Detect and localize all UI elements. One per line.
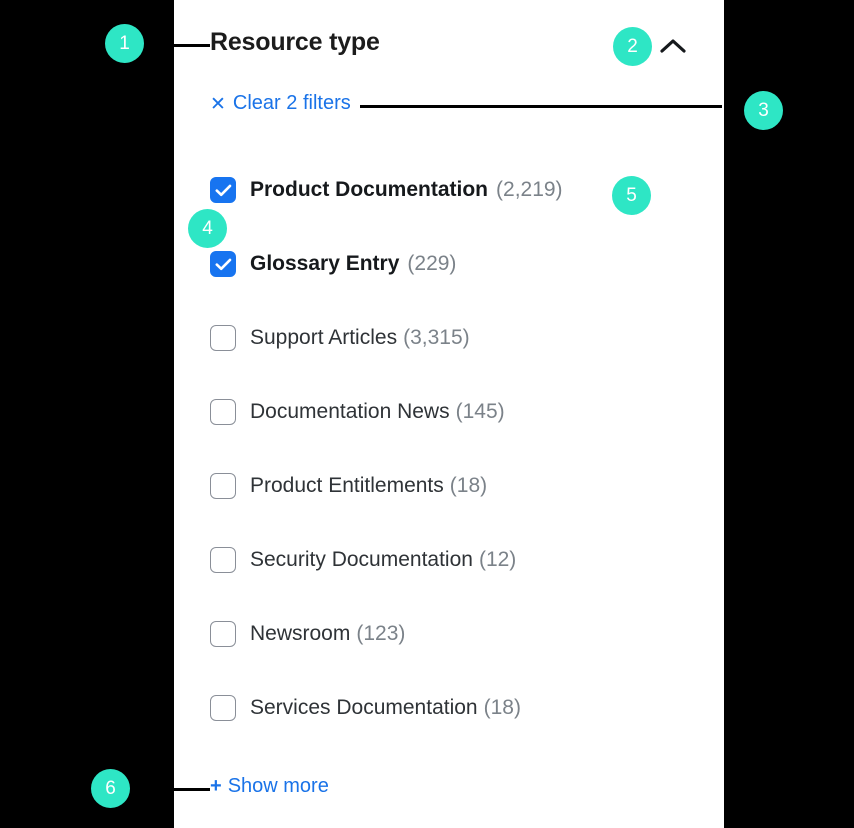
resource-type-option-list: Product Documentation (2,219) Glossary En… — [210, 176, 700, 768]
checkbox-support-articles[interactable] — [210, 325, 236, 351]
option-text: Security Documentation (12) — [250, 546, 516, 574]
leader-line-1 — [172, 44, 210, 47]
option-label: Security Documentation — [250, 548, 473, 571]
option-text: Product Documentation (2,219) — [250, 176, 563, 204]
option-label: Product Documentation — [250, 178, 489, 201]
close-x-icon: ✕ — [210, 94, 226, 115]
leader-line-6 — [174, 788, 210, 791]
annotation-badge-number: 6 — [105, 777, 116, 799]
option-text: Newsroom (123) — [250, 620, 405, 648]
option-row-glossary-entry[interactable]: Glossary Entry (229) — [210, 250, 700, 324]
annotation-badge-4: 4 — [188, 209, 227, 248]
option-text: Services Documentation (18) — [250, 694, 521, 722]
clear-filters-link[interactable]: ✕ Clear 2 filters — [210, 92, 351, 115]
option-count: (18) — [483, 696, 521, 719]
plus-icon: + — [210, 775, 222, 797]
checkbox-newsroom[interactable] — [210, 621, 236, 647]
annotation-badge-number: 3 — [758, 99, 769, 121]
option-label: Product Entitlements — [250, 474, 444, 497]
annotation-badge-number: 4 — [202, 217, 213, 239]
annotation-badge-5: 5 — [612, 176, 651, 215]
option-label: Newsroom — [250, 622, 351, 645]
annotation-badge-2: 2 — [613, 27, 652, 66]
option-label: Glossary Entry — [250, 252, 400, 275]
option-text: Product Entitlements (18) — [250, 472, 487, 500]
option-count: (2,219) — [496, 178, 563, 201]
option-row-services-documentation[interactable]: Services Documentation (18) — [210, 694, 700, 768]
show-more-label: Show more — [227, 775, 329, 797]
option-row-newsroom[interactable]: Newsroom (123) — [210, 620, 700, 694]
checkbox-documentation-news[interactable] — [210, 399, 236, 425]
collapse-toggle-button[interactable] — [658, 31, 688, 61]
option-label: Documentation News — [250, 400, 450, 423]
leader-line-3 — [360, 105, 722, 108]
screenshot-root: Resource type ✕ Clear 2 filters Product … — [0, 0, 854, 828]
option-text: Support Articles (3,315) — [250, 324, 470, 352]
option-row-product-entitlements[interactable]: Product Entitlements (18) — [210, 472, 700, 546]
page-title: Resource type — [210, 28, 380, 56]
option-count: (18) — [449, 474, 488, 497]
checkbox-services-documentation[interactable] — [210, 695, 236, 721]
option-text: Documentation News (145) — [250, 398, 505, 426]
chevron-up-icon — [660, 38, 686, 54]
checkbox-glossary-entry[interactable] — [210, 251, 236, 277]
option-count: (123) — [356, 622, 406, 645]
resource-type-filter-panel: Resource type ✕ Clear 2 filters Product … — [174, 0, 724, 828]
option-text: Glossary Entry (229) — [250, 250, 456, 278]
annotation-badge-number: 2 — [627, 35, 638, 57]
option-count: (145) — [455, 400, 505, 423]
option-label: Support Articles — [250, 326, 398, 349]
annotation-badge-number: 5 — [626, 184, 637, 206]
clear-filters-label: Clear 2 filters — [232, 92, 351, 114]
annotation-badge-number: 1 — [119, 32, 130, 54]
option-row-documentation-news[interactable]: Documentation News (145) — [210, 398, 700, 472]
option-count: (12) — [478, 548, 517, 571]
annotation-badge-1: 1 — [105, 24, 144, 63]
option-row-security-documentation[interactable]: Security Documentation (12) — [210, 546, 700, 620]
checkbox-product-documentation[interactable] — [210, 177, 236, 203]
option-label: Services Documentation — [250, 696, 478, 719]
option-count: (229) — [407, 252, 457, 275]
show-more-link[interactable]: + Show more — [210, 775, 329, 798]
annotation-badge-6: 6 — [91, 769, 130, 808]
option-count: (3,315) — [403, 326, 470, 349]
option-row-support-articles[interactable]: Support Articles (3,315) — [210, 324, 700, 398]
checkbox-security-documentation[interactable] — [210, 547, 236, 573]
checkbox-product-entitlements[interactable] — [210, 473, 236, 499]
annotation-badge-3: 3 — [744, 91, 783, 130]
